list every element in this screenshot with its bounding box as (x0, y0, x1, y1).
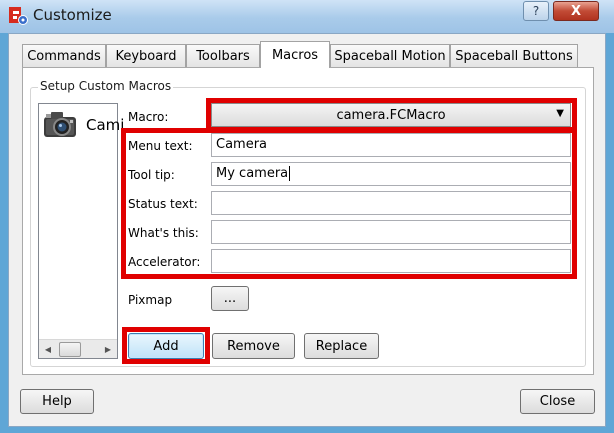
list-item-label[interactable]: Cami (86, 116, 124, 134)
help-button[interactable]: Help (20, 389, 94, 414)
remove-button[interactable]: Remove (212, 333, 295, 359)
scroll-right-arrow-icon[interactable]: ▶ (100, 341, 116, 358)
list-horizontal-scrollbar[interactable]: ◀ ▶ (39, 339, 117, 358)
macro-label: Macro: (128, 110, 169, 124)
tab-toolbars[interactable]: Toolbars (186, 44, 260, 68)
close-titlebar-button[interactable]: X (553, 1, 599, 21)
macro-list[interactable] (38, 103, 118, 359)
macro-highlight-box (206, 98, 577, 132)
replace-button[interactable]: Replace (304, 333, 379, 359)
tab-commands[interactable]: Commands (22, 44, 106, 68)
tab-keyboard[interactable]: Keyboard (106, 44, 186, 68)
add-highlight-box (122, 327, 210, 364)
help-titlebar-button[interactable]: ? (523, 1, 549, 21)
pixmap-browse-button[interactable]: ... (211, 286, 249, 311)
scroll-left-arrow-icon[interactable]: ◀ (40, 341, 56, 358)
window-title: Customize (33, 6, 112, 24)
tab-spaceball-motion[interactable]: Spaceball Motion (330, 44, 450, 68)
freecad-app-icon (8, 6, 28, 26)
tab-spaceball-buttons[interactable]: Spaceball Buttons (450, 44, 578, 68)
fields-highlight-box (121, 128, 577, 279)
tab-macros[interactable]: Macros (260, 41, 330, 68)
close-button[interactable]: Close (520, 389, 595, 414)
camera-icon (42, 108, 78, 140)
scroll-thumb[interactable] (59, 342, 81, 357)
pixmap-label: Pixmap (128, 293, 173, 307)
group-title: Setup Custom Macros (38, 79, 174, 93)
